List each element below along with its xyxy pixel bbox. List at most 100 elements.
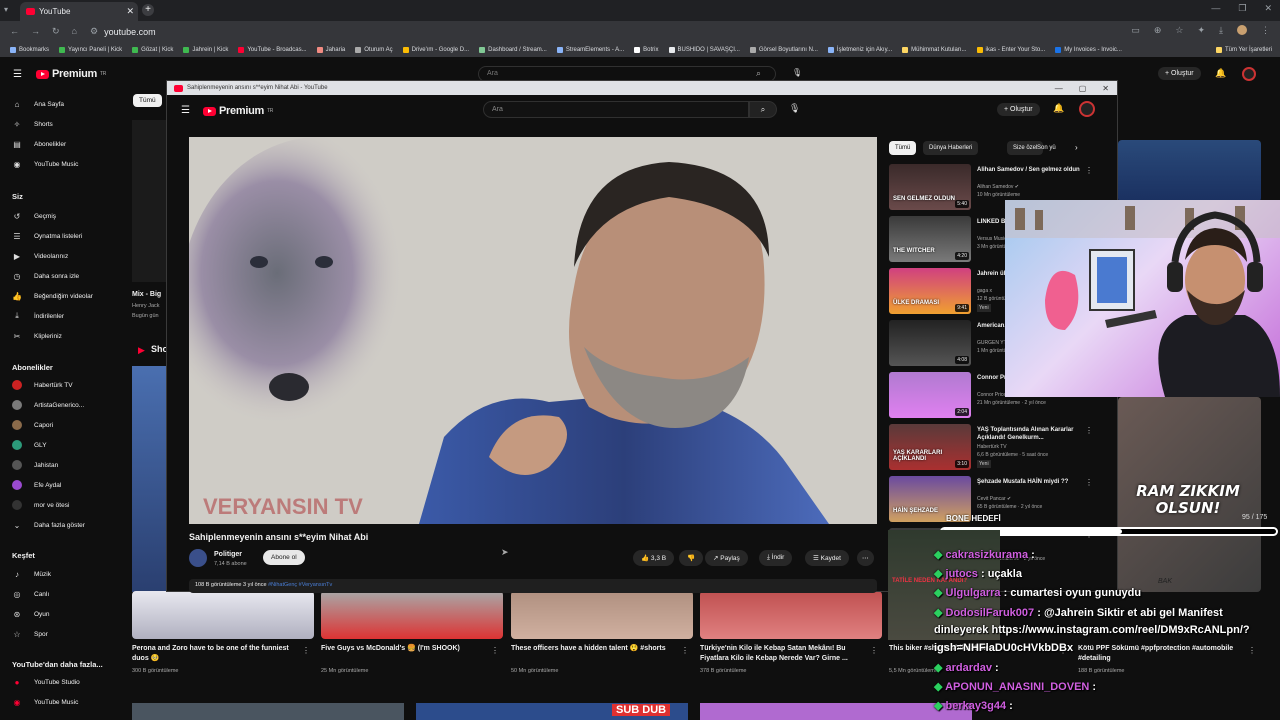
bg-chip-all[interactable]: Tümü — [133, 94, 162, 107]
description-tags[interactable]: #NihatGenç #VeryansınTv — [268, 582, 332, 588]
bookmark-item[interactable]: Jahrein | Kick — [183, 46, 228, 53]
bookmark-item[interactable]: Görsel Boyutlarını N... — [749, 46, 818, 53]
sidebar-subscription[interactable]: mor ve ötesi — [12, 500, 69, 510]
video-description[interactable]: 108 B görüntüleme 3 yıl önce #NihatGenç … — [189, 579, 877, 593]
related-thumbnail[interactable]: 4:08 — [889, 320, 971, 366]
zoom-icon[interactable]: ⊕ — [1154, 25, 1162, 36]
bg-youtube-logo[interactable]: Premium TR — [36, 68, 106, 80]
sidebar-item[interactable]: ▤ Abonelikler — [12, 139, 66, 149]
bookmark-item[interactable]: Mühimmat Kutuları... — [902, 46, 967, 53]
sidebar-item[interactable]: ⤓ İndirilenler — [12, 311, 64, 321]
bookmark-item[interactable]: YouTube - Broadcas... — [238, 46, 307, 53]
tab-menu-icon[interactable]: ▾ — [4, 5, 8, 14]
downloads-icon[interactable]: ⤓ — [1219, 25, 1223, 36]
bookmark-item[interactable]: İşletmeniz için Akıy... — [827, 46, 892, 53]
short-card-title[interactable]: Perona and Zoro have to be one of the fu… — [132, 644, 297, 664]
related-thumbnail[interactable]: THE WITCHER 4:20 — [889, 216, 971, 262]
bg-mic-icon[interactable]: 🎙 — [792, 68, 802, 77]
sidebar-item[interactable]: ☰ Oynatma listeleri — [12, 231, 82, 241]
related-thumbnail[interactable]: YAŞ KARARLARI AÇIKLANDI 3:10 — [889, 424, 971, 470]
bg-create-button[interactable]: + Oluştur — [1158, 67, 1201, 80]
home-icon[interactable]: ⌂ — [72, 26, 77, 37]
sidebar-item[interactable]: 👍 Beğendiğim videolar — [12, 291, 93, 301]
sidebar-subscription[interactable]: Jahistan — [12, 460, 58, 470]
download-button[interactable]: ⤓ İndir — [759, 550, 793, 566]
short-card-more-icon[interactable]: ⋮ — [870, 646, 878, 655]
bookmark-item[interactable]: ikas - Enter Your Sto... — [976, 46, 1045, 53]
short-card-thumbnail[interactable] — [321, 591, 503, 639]
sidebar-show-more[interactable]: ⌄ Daha fazla göster — [12, 520, 85, 530]
popup-avatar[interactable] — [1079, 101, 1095, 117]
sidebar-subscription[interactable]: Habertürk TV — [12, 380, 73, 390]
sidebar-item[interactable]: ♪ Müzik — [12, 569, 51, 579]
bookmark-item[interactable]: Dashboard / Stream... — [479, 46, 547, 53]
short-card-more-icon[interactable]: ⋮ — [491, 646, 499, 655]
save-button[interactable]: ☰ Kaydet — [805, 550, 849, 566]
more-actions-button[interactable]: ⋯ — [857, 550, 874, 566]
short-card-title[interactable]: These officers have a hidden talent 😲 #s… — [511, 644, 676, 654]
maximize-icon[interactable]: ❐ — [1238, 3, 1246, 14]
bg-bell-icon[interactable]: 🔔 — [1215, 68, 1226, 79]
related-thumbnail[interactable]: ÜLKE DRAMASI 9:41 — [889, 268, 971, 314]
bookmark-item[interactable]: StreamElements - A... — [556, 46, 624, 53]
bookmark-item[interactable]: Bookmarks — [10, 46, 49, 53]
related-more-icon[interactable]: ⋮ — [1085, 426, 1093, 435]
short-card-thumbnail[interactable] — [132, 591, 314, 639]
popup-bell-icon[interactable]: 🔔 — [1053, 103, 1064, 114]
bg-hamburger-icon[interactable]: ☰ — [13, 69, 22, 80]
sidebar-item[interactable]: ✧ Shorts — [12, 119, 53, 129]
close-window-icon[interactable]: ✕ — [1264, 3, 1272, 14]
chip[interactable]: Dünya Haberleri — [923, 141, 979, 155]
bookmark-item[interactable]: Botrix — [634, 46, 659, 53]
related-thumbnail[interactable]: 2:04 — [889, 372, 971, 418]
bg-search-icon[interactable]: ⌕ — [756, 68, 761, 79]
new-tab-icon[interactable]: + — [142, 4, 154, 16]
popup-minimize-icon[interactable]: — — [1055, 84, 1063, 93]
menu-icon[interactable]: ⋮ — [1261, 25, 1270, 36]
bookmark-item[interactable]: BUSHIDO | SAVAŞÇI... — [668, 46, 740, 53]
star-icon[interactable]: ☆ — [1175, 25, 1183, 36]
profile-icon[interactable] — [1237, 25, 1247, 35]
tab-close-icon[interactable]: ✕ — [126, 6, 134, 17]
sidebar-item[interactable]: ◉ YouTube Music — [12, 697, 79, 707]
bg-bottom-thumb-3[interactable] — [700, 703, 972, 720]
short-card-title[interactable]: Kötü PPF Sökümü #ppfprotection #automobi… — [1078, 644, 1243, 664]
sidebar-item[interactable]: ↺ Geçmiş — [12, 211, 56, 221]
bg-short-thumbnail[interactable] — [132, 366, 166, 592]
popup-youtube-logo[interactable]: Premium TR — [203, 105, 273, 117]
bg-mix-title[interactable]: Mix - Big — [132, 291, 161, 298]
reload-icon[interactable]: ↻ — [52, 26, 60, 37]
related-thumbnail[interactable]: SEN GELMEZ OLDUN 5:40 — [889, 164, 971, 210]
sidebar-subscription[interactable]: GLY — [12, 440, 47, 450]
extensions-icon[interactable]: ✦ — [1197, 25, 1205, 36]
dislike-button[interactable]: 👎 — [679, 550, 704, 566]
popup-close-icon[interactable]: ✕ — [1102, 84, 1109, 93]
popup-search-icon[interactable]: ⌕ — [749, 101, 777, 118]
like-button[interactable]: 👍 3,3 B — [633, 550, 675, 566]
short-card-thumbnail[interactable] — [700, 591, 882, 639]
short-card-title[interactable]: Five Guys vs McDonald's 🍔 (I'm SHOOK) — [321, 644, 486, 654]
related-more-icon[interactable]: ⋮ — [1085, 166, 1093, 175]
video-player[interactable]: VERYANSIN TV — [189, 137, 877, 524]
sidebar-item[interactable]: ⊛ Oyun — [12, 609, 50, 619]
sidebar-subscription[interactable]: Capori — [12, 420, 53, 430]
sidebar-item[interactable]: ◷ Daha sonra izle — [12, 271, 80, 281]
bg-right-thumbnail[interactable] — [1118, 140, 1261, 202]
sidebar-item[interactable]: ☆ Spor — [12, 629, 47, 639]
popup-mic-icon[interactable]: 🎙 — [789, 103, 803, 117]
short-card-title[interactable]: Türkiye'nin Kilo ile Kebap Satan Mekânı!… — [700, 644, 865, 664]
bookmark-item[interactable]: Drive'ım - Google D... — [402, 46, 469, 53]
minimize-icon[interactable]: — — [1211, 3, 1220, 14]
sidebar-item[interactable]: ● YouTube Studio — [12, 677, 80, 687]
chips-next-icon[interactable]: › — [1075, 143, 1078, 152]
popup-maximize-icon[interactable]: ▢ — [1079, 84, 1087, 93]
short-card-more-icon[interactable]: ⋮ — [681, 646, 689, 655]
sidebar-item[interactable]: ⌂ Ana Sayfa — [12, 99, 64, 109]
short-card-more-icon[interactable]: ⋮ — [302, 646, 310, 655]
sidebar-subscription[interactable]: Efe Aydal — [12, 480, 61, 490]
back-icon[interactable]: ← — [10, 26, 19, 37]
cast-icon[interactable]: ▭ — [1131, 25, 1140, 36]
short-card-more-icon[interactable]: ⋮ — [1248, 646, 1256, 655]
sidebar-item[interactable]: ◉ YouTube Music — [12, 159, 79, 169]
bg-bottom-thumb-1[interactable] — [132, 703, 404, 720]
